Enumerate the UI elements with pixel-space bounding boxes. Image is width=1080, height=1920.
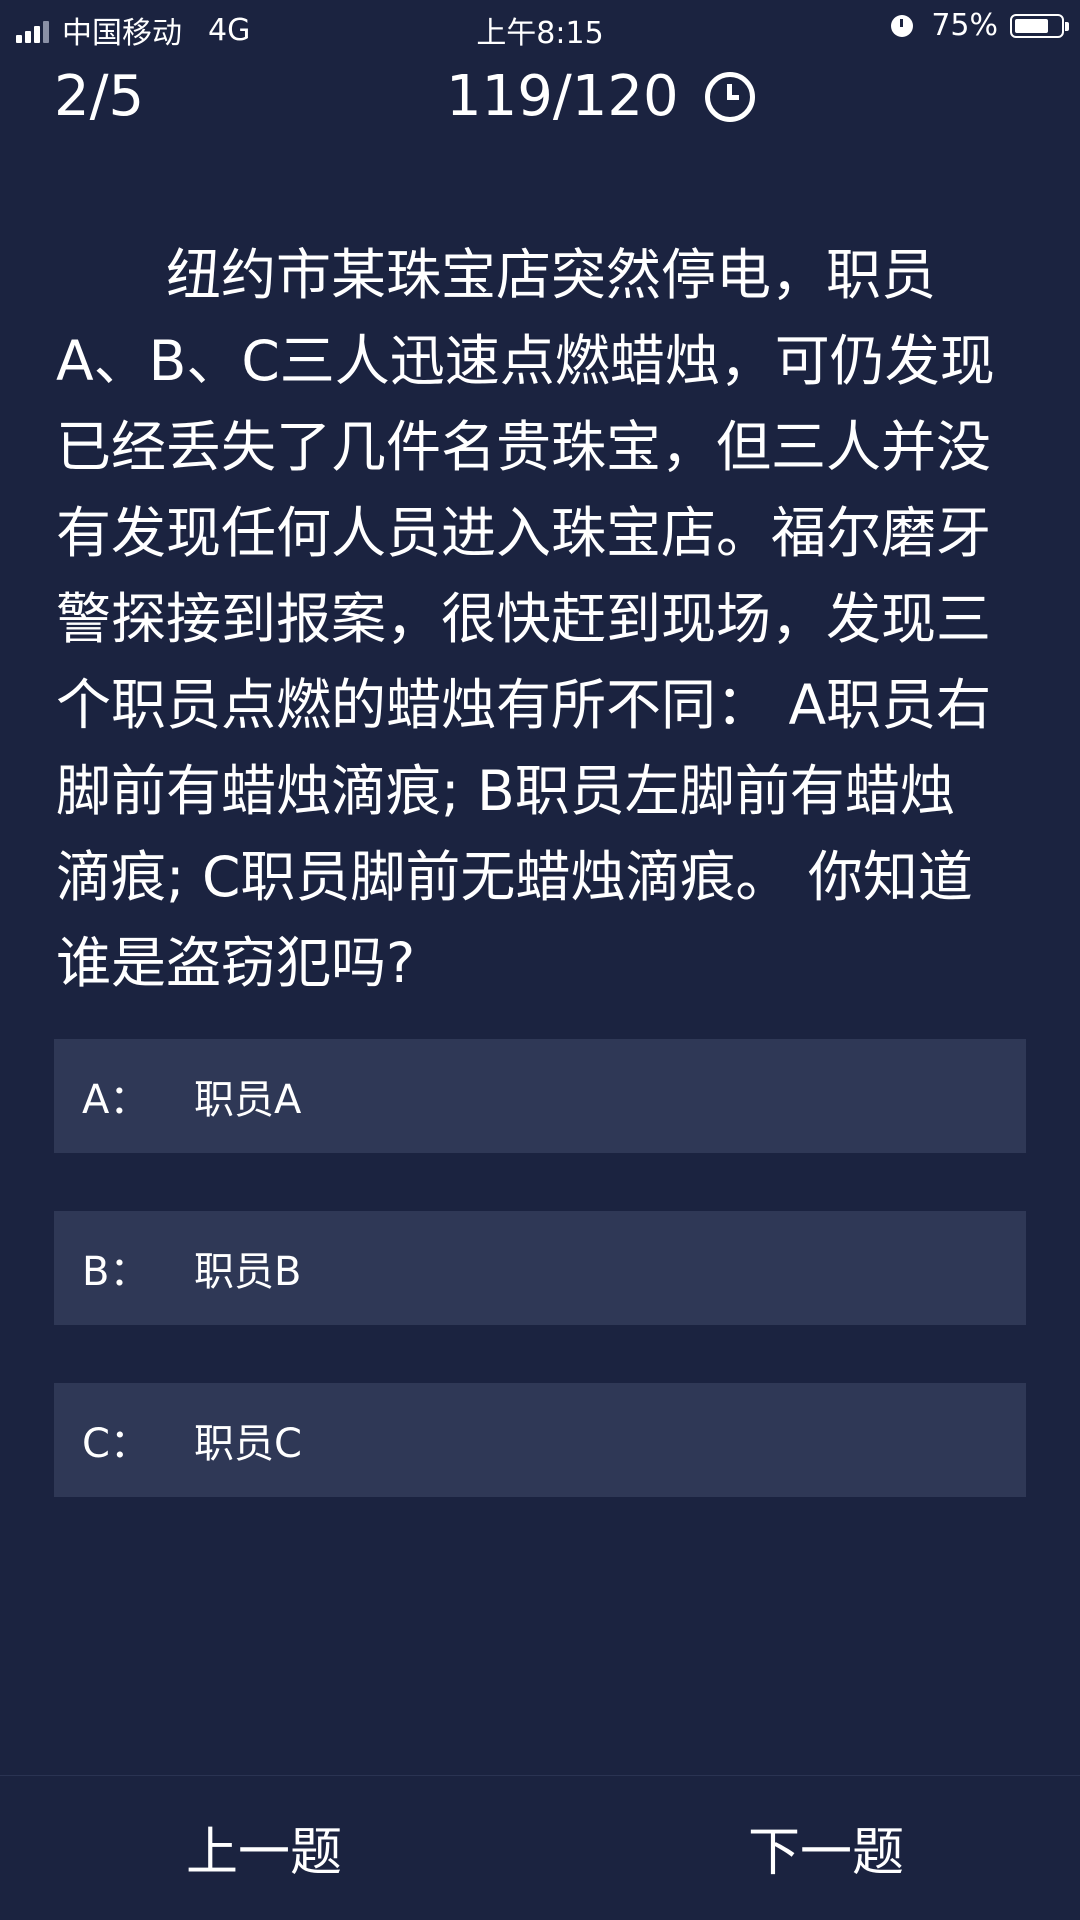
option-c[interactable]: C： 职员C bbox=[54, 1383, 1026, 1497]
countdown-timer: 119/120 bbox=[446, 64, 755, 129]
status-right: 75% bbox=[891, 8, 1069, 43]
option-a[interactable]: A： 职员A bbox=[54, 1039, 1026, 1153]
option-b[interactable]: B： 职员B bbox=[54, 1211, 1026, 1325]
carrier-name: 中国移动 bbox=[62, 16, 182, 51]
quiz-screen: 中国移动 4G 上午8:15 75% 2/5 119/120 纽约市某珠宝店突然… bbox=[0, 0, 1080, 1920]
question-text: 纽约市某珠宝店突然停电，职员A、B、C三人迅速点燃蜡烛，可仍发现已经丢失了几件名… bbox=[56, 243, 995, 995]
battery-icon bbox=[1010, 13, 1069, 38]
battery-fill bbox=[1015, 18, 1048, 33]
clock-icon bbox=[704, 71, 755, 122]
option-letter: B： bbox=[82, 1249, 150, 1295]
option-text: 职员B bbox=[194, 1249, 302, 1295]
option-letter: A： bbox=[82, 1077, 150, 1123]
network-type: 4G bbox=[208, 12, 251, 48]
option-letter: C： bbox=[82, 1421, 150, 1467]
status-bar: 中国移动 4G 上午8:15 75% bbox=[0, 0, 1080, 54]
status-left: 中国移动 4G bbox=[16, 8, 250, 52]
alarm-icon bbox=[891, 14, 914, 37]
next-question-button[interactable]: 下一题 bbox=[748, 1810, 904, 1885]
timer-text: 119/120 bbox=[446, 64, 679, 129]
question-progress: 2/5 bbox=[54, 64, 145, 129]
prev-question-button[interactable]: 上一题 bbox=[186, 1810, 342, 1885]
footer-divider bbox=[0, 1775, 1080, 1776]
signal-icon bbox=[16, 17, 52, 43]
option-text: 职员C bbox=[194, 1421, 302, 1467]
option-text: 职员A bbox=[194, 1077, 302, 1123]
battery-percent: 75% bbox=[931, 8, 998, 43]
